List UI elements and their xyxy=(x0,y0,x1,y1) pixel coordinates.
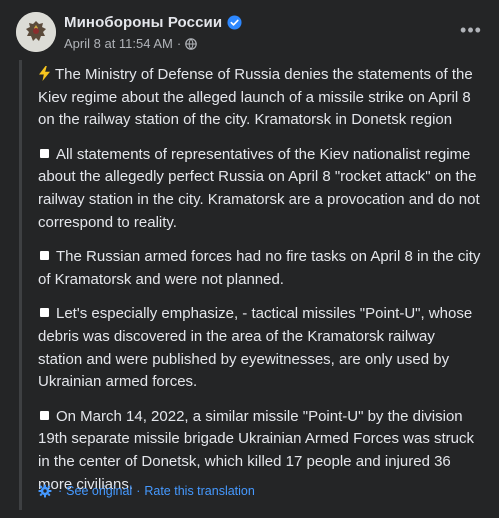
author-line: Минобороны России xyxy=(64,14,242,31)
post-paragraph: On March 14, 2022, a similar missile "Po… xyxy=(38,406,481,496)
author-name[interactable]: Минобороны России xyxy=(64,14,222,31)
meta-separator: · xyxy=(176,36,182,51)
post-meta: April 8 at 11:54 AM · xyxy=(64,36,198,51)
paragraph-text: On March 14, 2022, a similar missile "Po… xyxy=(38,407,475,493)
white-square-icon xyxy=(40,148,49,158)
white-square-icon xyxy=(40,251,49,261)
post-paragraph: The Ministry of Defense of Russia denies… xyxy=(38,64,481,132)
facebook-post: Минобороны России April 8 at 11:54 AM · … xyxy=(0,0,499,518)
white-square-icon xyxy=(40,308,49,318)
link-separator: · xyxy=(58,484,63,498)
see-original-link[interactable]: See original xyxy=(66,484,132,498)
paragraph-text: Let's especially emphasize, - tactical m… xyxy=(38,305,473,391)
verified-badge-icon xyxy=(227,15,242,30)
more-options-button[interactable]: ••• xyxy=(455,18,487,42)
ministry-emblem-icon xyxy=(16,12,56,52)
paragraph-text: The Russian armed forces had no fire tas… xyxy=(38,248,481,288)
lightning-bolt-icon xyxy=(38,66,51,81)
post-paragraph: Let's especially emphasize, - tactical m… xyxy=(38,303,481,393)
avatar[interactable] xyxy=(16,12,56,52)
translate-gear-icon[interactable] xyxy=(38,484,52,498)
paragraph-text: All statements of representatives of the… xyxy=(38,145,480,231)
translated-post-body: The Ministry of Defense of Russia denies… xyxy=(19,60,485,510)
post-header: Минобороны России April 8 at 11:54 AM · … xyxy=(16,12,483,56)
link-separator: · xyxy=(136,484,141,498)
paragraph-text: The Ministry of Defense of Russia denies… xyxy=(38,66,473,129)
globe-icon[interactable] xyxy=(185,37,198,50)
post-paragraph: All statements of representatives of the… xyxy=(38,144,481,234)
post-paragraph: The Russian armed forces had no fire tas… xyxy=(38,246,481,291)
rate-translation-link[interactable]: Rate this translation xyxy=(144,484,254,498)
white-square-icon xyxy=(40,410,49,420)
post-date[interactable]: April 8 at 11:54 AM xyxy=(64,36,173,51)
translation-bar: · See original · Rate this translation xyxy=(38,484,255,498)
